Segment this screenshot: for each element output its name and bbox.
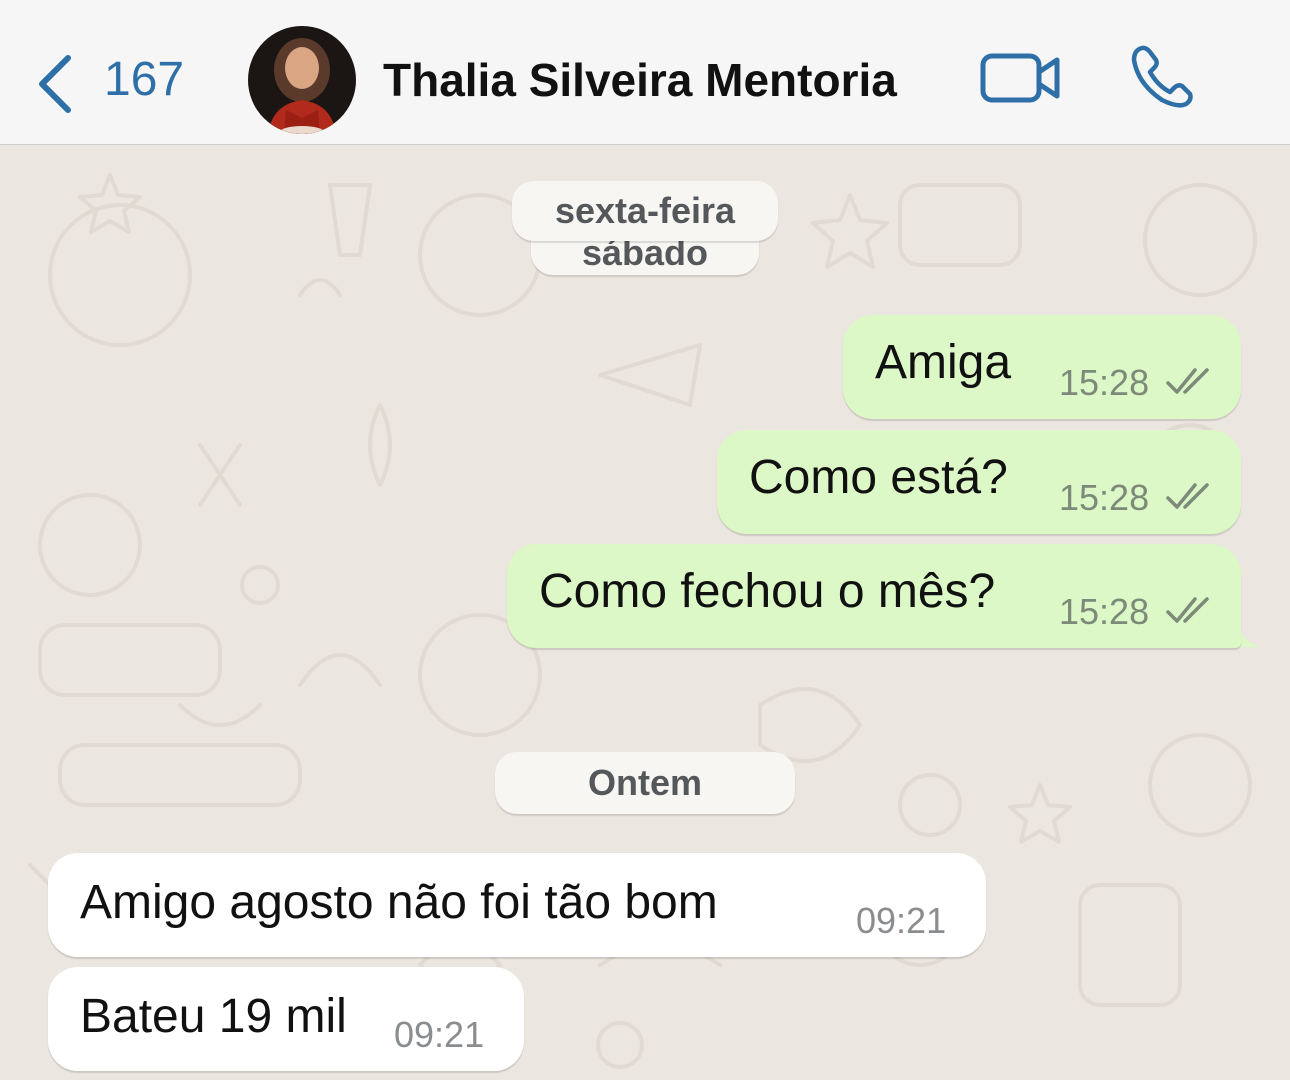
message-text: Amiga (875, 336, 1012, 389)
message-text: Como fechou o mês? (539, 565, 996, 618)
outgoing-message[interactable]: Amiga 15:28 (843, 315, 1241, 419)
message-time: 15:28 (1059, 591, 1150, 632)
contact-name[interactable]: Thalia Silveira Mentoria (383, 52, 897, 108)
date-chip-friday: sexta-feira (512, 181, 778, 241)
chat-area[interactable]: sábado sexta-feira Amiga 15:28 Como está… (0, 145, 1290, 1080)
back-button[interactable]: 167 (36, 50, 196, 113)
video-camera-icon (980, 53, 1060, 103)
message-time: 09:21 (856, 900, 947, 941)
avatar[interactable] (248, 26, 356, 134)
double-check-icon (1166, 368, 1209, 394)
incoming-message[interactable]: Bateu 19 mil 09:21 (48, 967, 524, 1071)
message-text: Como está? (749, 451, 1008, 504)
chat-header: 167 Thalia Silveira Mentoria (0, 0, 1290, 145)
message-text: Bateu 19 mil (80, 990, 347, 1043)
outgoing-message[interactable]: Como está? 15:28 (717, 430, 1241, 534)
message-text: Amigo agosto não foi tão bom (80, 876, 718, 929)
message-time: 15:28 (1059, 477, 1150, 518)
date-chip-yesterday: Ontem (495, 752, 795, 814)
video-call-button[interactable] (980, 52, 1062, 104)
unread-count: 167 (104, 53, 185, 106)
double-check-icon (1166, 483, 1209, 509)
message-time: 09:21 (394, 1014, 485, 1055)
message-time: 15:28 (1059, 362, 1150, 403)
voice-call-button[interactable] (1128, 44, 1198, 110)
phone-icon (1131, 45, 1193, 108)
outgoing-message[interactable]: Como fechou o mês? 15:28 (507, 544, 1241, 648)
incoming-message[interactable]: Amigo agosto não foi tão bom 09:21 (48, 853, 986, 957)
chevron-left-icon (39, 55, 71, 113)
double-check-icon (1166, 597, 1209, 623)
